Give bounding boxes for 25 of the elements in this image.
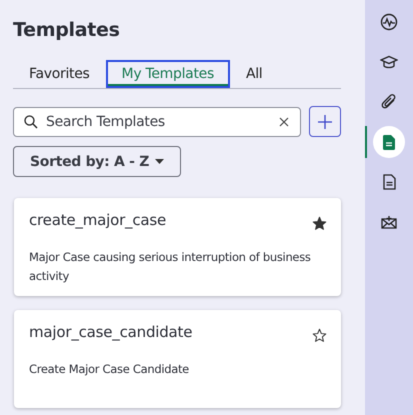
filled-star-icon[interactable] (312, 216, 327, 231)
tab[interactable]: My Templates (106, 60, 230, 88)
template-description: Create Major Case Candidate (29, 361, 190, 378)
template-name: major_case_candidate (29, 322, 192, 341)
add-button[interactable] (309, 106, 341, 137)
sort-dropdown[interactable]: Sorted by: A - Z (13, 146, 182, 177)
search-icon (24, 114, 38, 128)
clear-icon[interactable] (279, 116, 289, 126)
envelope-icon (381, 215, 397, 229)
plus-icon (317, 114, 333, 130)
panel-title: Templates (13, 19, 121, 43)
pulse-icon (380, 13, 398, 31)
tab[interactable]: All (230, 60, 278, 88)
graduation-cap-icon (380, 55, 398, 69)
caret-icon (155, 159, 164, 164)
template-name: create_major_case (29, 210, 166, 229)
tab[interactable]: Favorites (13, 60, 106, 88)
template-card[interactable]: create_major_case Major Case causing serious interruption of business activity (14, 198, 341, 296)
template-card[interactable]: major_case_candidate Create Major Case Candidate (14, 310, 341, 408)
document-icon (382, 174, 396, 190)
document-icon (383, 134, 395, 150)
outline-star-icon[interactable] (312, 328, 327, 343)
search-field[interactable]: Search Templates (13, 106, 301, 136)
template-description: Major Case causing serious interruption of business activity (29, 249, 312, 285)
paperclip-icon (381, 93, 397, 111)
